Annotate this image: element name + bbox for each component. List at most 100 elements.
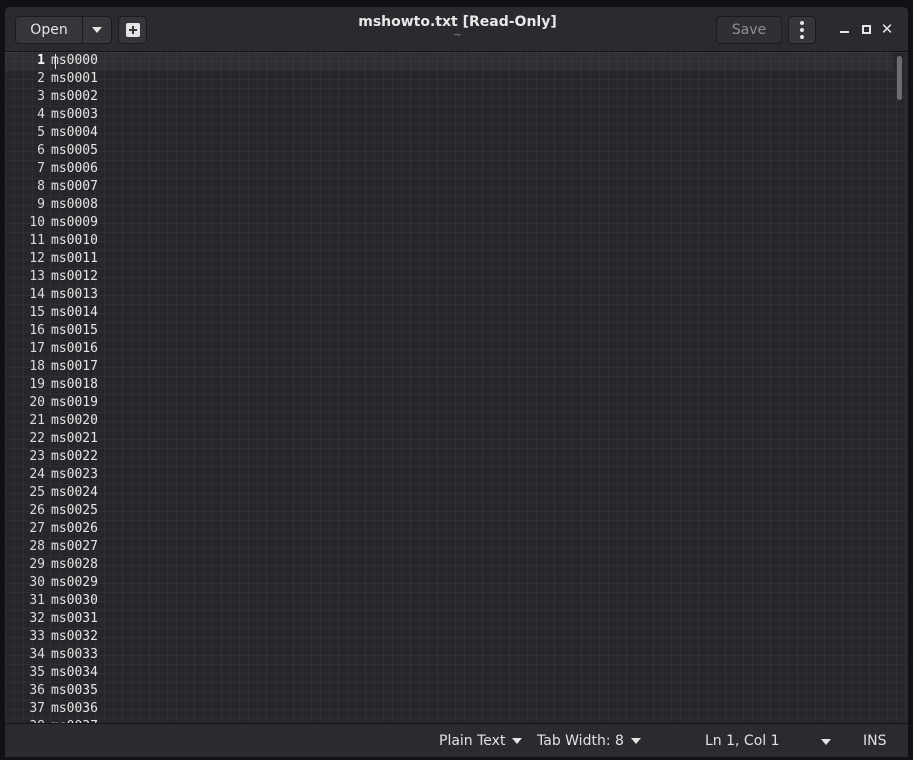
line-number: 22 <box>29 431 45 446</box>
editor-line[interactable]: 13 ms0012 <box>5 268 893 286</box>
line-text: ms0028 <box>51 557 98 572</box>
chevron-down-icon <box>512 738 523 744</box>
editor-line[interactable]: 35 ms0034 <box>5 664 893 682</box>
line-text: ms0011 <box>51 251 98 266</box>
editor-line[interactable]: 16 ms0015 <box>5 322 893 340</box>
vertical-scrollbar[interactable] <box>896 56 903 716</box>
status-bar: Plain Text Tab Width: 8 Ln 1, Col 1 INS <box>5 723 908 757</box>
editor-line[interactable]: 10 ms0009 <box>5 214 893 232</box>
minimize-button[interactable] <box>835 20 853 38</box>
editor-line[interactable]: 33 ms0032 <box>5 628 893 646</box>
line-number: 28 <box>29 539 45 554</box>
open-button[interactable]: Open <box>15 16 83 44</box>
line-text: ms0026 <box>51 521 98 536</box>
editor-line[interactable]: 37 ms0036 <box>5 700 893 718</box>
editor-lines: 1 ms0000 2 ms0001 3 ms0002 4 ms0003 5 ms0004 6 ms00… <box>5 52 893 723</box>
editor-line[interactable]: 11 ms0010 <box>5 232 893 250</box>
close-icon: ✕ <box>880 20 894 38</box>
line-number: 1 <box>37 53 45 68</box>
editor-line[interactable]: 23 ms0022 <box>5 448 893 466</box>
line-text: ms0036 <box>51 701 98 716</box>
line-text: ms0002 <box>51 89 98 104</box>
language-selector[interactable]: Plain Text <box>439 733 523 749</box>
line-text: ms0019 <box>51 395 98 410</box>
line-text: ms0006 <box>51 161 98 176</box>
editor-line[interactable]: 3 ms0002 <box>5 88 893 106</box>
line-text: ms0000 <box>51 53 98 68</box>
editor-line[interactable]: 2 ms0001 <box>5 70 893 88</box>
position-dropdown[interactable] <box>821 739 831 745</box>
editor-line[interactable]: 7 ms0006 <box>5 160 893 178</box>
editor-line[interactable]: 9 ms0008 <box>5 196 893 214</box>
editor-line[interactable]: 29 ms0028 <box>5 556 893 574</box>
scrollbar-thumb[interactable] <box>897 56 902 100</box>
line-text: ms0004 <box>51 125 98 140</box>
editor-line[interactable]: 34 ms0033 <box>5 646 893 664</box>
line-text: ms0030 <box>51 593 98 608</box>
kebab-menu-icon <box>800 21 804 39</box>
text-editor-window: Open mshowto.txt [Read-Only] ~ Save ✕ 1 … <box>4 6 909 758</box>
editor-line[interactable]: 21 ms0020 <box>5 412 893 430</box>
editor-line[interactable]: 32 ms0031 <box>5 610 893 628</box>
line-number: 25 <box>29 485 45 500</box>
editor-line[interactable]: 18 ms0017 <box>5 358 893 376</box>
editor-line[interactable]: 4 ms0003 <box>5 106 893 124</box>
cursor-position-label: Ln 1, Col 1 <box>705 733 780 749</box>
line-text: ms0014 <box>51 305 98 320</box>
line-number: 12 <box>29 251 45 266</box>
insert-mode-indicator[interactable]: INS <box>863 733 887 749</box>
editor-line[interactable]: 15 ms0014 <box>5 304 893 322</box>
new-document-button[interactable] <box>118 16 147 44</box>
line-number: 36 <box>29 683 45 698</box>
editor-line[interactable]: 1 ms0000 <box>5 52 893 70</box>
save-button[interactable]: Save <box>716 16 782 44</box>
editor-line[interactable]: 28 ms0027 <box>5 538 893 556</box>
minimize-icon <box>839 30 849 33</box>
chevron-down-icon <box>92 27 102 33</box>
line-number: 14 <box>29 287 45 302</box>
open-dropdown-button[interactable] <box>82 16 112 44</box>
editor-line[interactable]: 30 ms0029 <box>5 574 893 592</box>
line-number: 10 <box>29 215 45 230</box>
window-title: mshowto.txt [Read-Only] <box>358 14 557 30</box>
tab-width-selector[interactable]: Tab Width: 8 <box>537 733 641 749</box>
editor-line[interactable]: 25 ms0024 <box>5 484 893 502</box>
editor-line[interactable]: 8 ms0007 <box>5 178 893 196</box>
editor-line[interactable]: 5 ms0004 <box>5 124 893 142</box>
main-menu-button[interactable] <box>788 16 816 44</box>
chevron-down-icon <box>630 738 641 744</box>
editor-line[interactable]: 20 ms0019 <box>5 394 893 412</box>
editor-line[interactable]: 31 ms0030 <box>5 592 893 610</box>
line-text: ms0022 <box>51 449 98 464</box>
line-number: 11 <box>29 233 45 248</box>
language-label: Plain Text <box>439 733 506 749</box>
editor-line[interactable]: 12 ms0011 <box>5 250 893 268</box>
editor-line[interactable]: 27 ms0026 <box>5 520 893 538</box>
close-button[interactable]: ✕ <box>878 20 896 38</box>
chevron-down-icon <box>821 739 831 745</box>
editor-line[interactable]: 26 ms0025 <box>5 502 893 520</box>
line-text: ms0007 <box>51 179 98 194</box>
editor-line[interactable]: 24 ms0023 <box>5 466 893 484</box>
cursor-position[interactable]: Ln 1, Col 1 <box>705 733 780 749</box>
editor-line[interactable]: 14 ms0013 <box>5 286 893 304</box>
line-number: 17 <box>29 341 45 356</box>
line-number: 3 <box>37 89 45 104</box>
editor-line[interactable]: 6 ms0005 <box>5 142 893 160</box>
line-text: ms0027 <box>51 539 98 554</box>
maximize-button[interactable] <box>857 20 875 38</box>
editor-line[interactable]: 17 ms0016 <box>5 340 893 358</box>
editor-line[interactable]: 36 ms0035 <box>5 682 893 700</box>
line-number: 19 <box>29 377 45 392</box>
line-text: ms0034 <box>51 665 98 680</box>
line-number: 15 <box>29 305 45 320</box>
text-view[interactable]: 1 ms0000 2 ms0001 3 ms0002 4 ms0003 5 ms0004 6 ms00… <box>5 52 908 723</box>
editor-line[interactable]: 19 ms0018 <box>5 376 893 394</box>
line-text: ms0035 <box>51 683 98 698</box>
line-text: ms0001 <box>51 71 98 86</box>
line-number: 29 <box>29 557 45 572</box>
line-text: ms0003 <box>51 107 98 122</box>
line-number: 32 <box>29 611 45 626</box>
tab-width-label: Tab Width: 8 <box>537 733 624 749</box>
editor-line[interactable]: 22 ms0021 <box>5 430 893 448</box>
